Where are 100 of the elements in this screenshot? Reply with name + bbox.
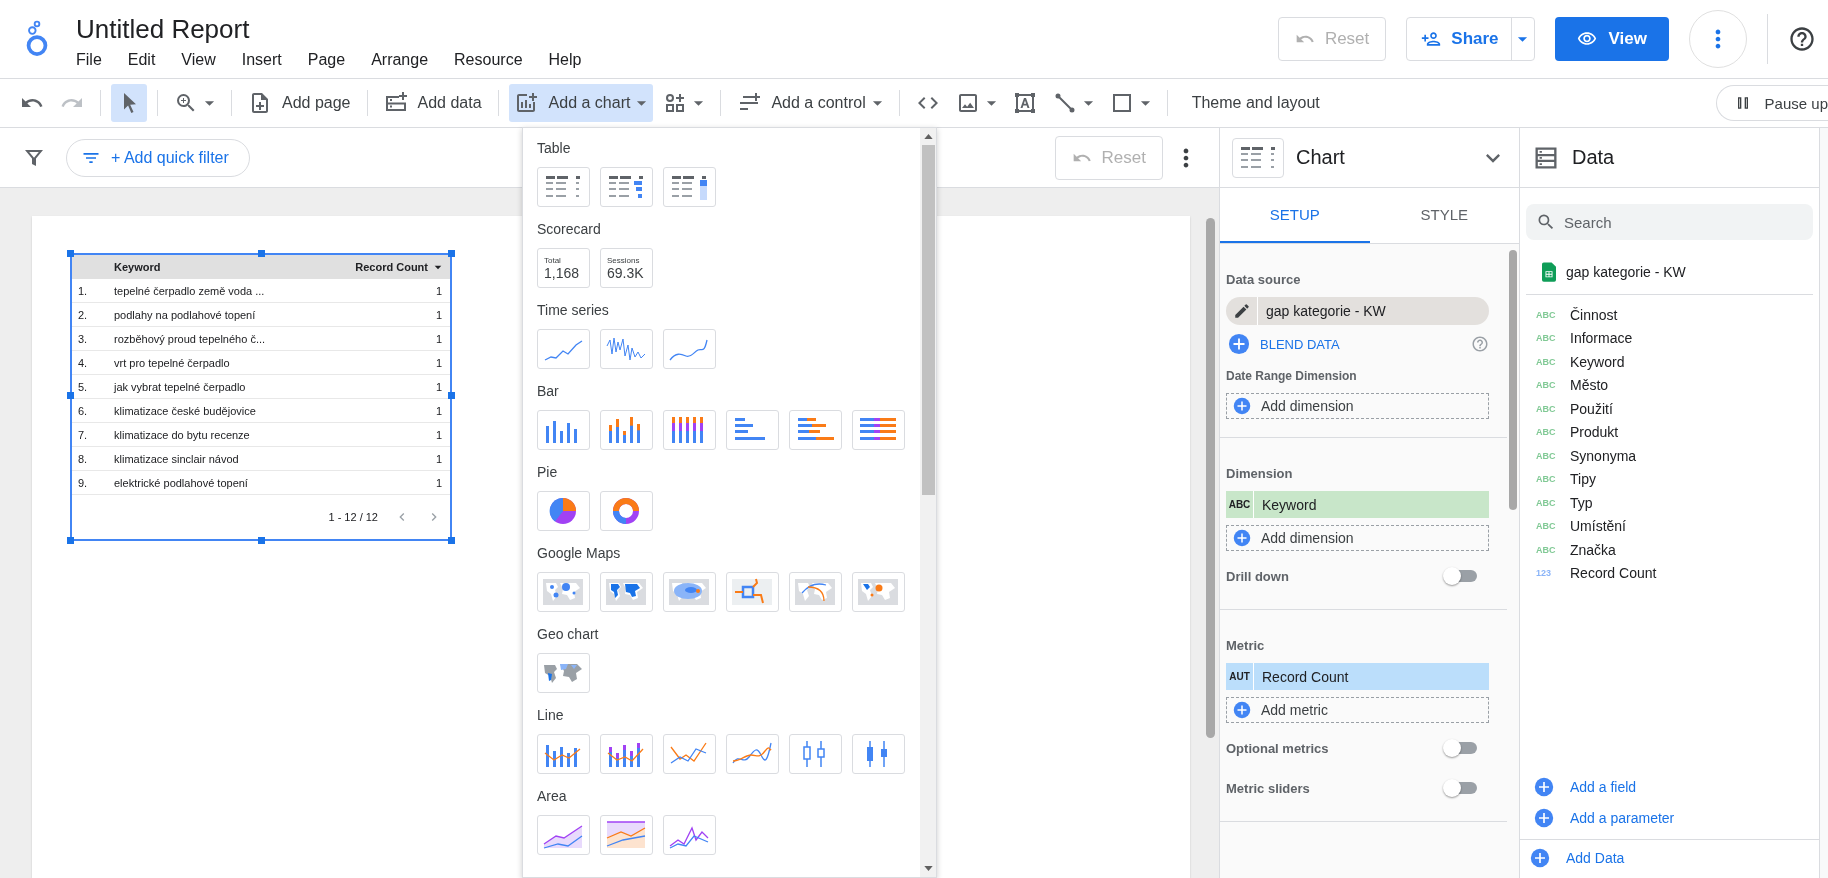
chart-type-option[interactable]: Sessions 69.3K: [600, 248, 653, 288]
add-data-button[interactable]: Add data: [377, 84, 488, 122]
chart-type-option[interactable]: [726, 572, 779, 612]
add-chart-icon: [514, 91, 539, 115]
field-item[interactable]: ABC Město: [1536, 373, 1819, 397]
report-title[interactable]: Untitled Report: [76, 13, 582, 45]
field-item[interactable]: ABC Typ: [1536, 491, 1819, 515]
resize-handle[interactable]: [67, 392, 74, 399]
field-name: Record Count: [1261, 668, 1349, 685]
menu-item[interactable]: Edit: [127, 51, 156, 69]
field-item[interactable]: ABC Produkt: [1536, 420, 1819, 444]
more-vertical-icon[interactable]: [1183, 147, 1189, 168]
menu-item[interactable]: Insert: [241, 51, 282, 69]
scroll-down-icon[interactable]: [923, 866, 933, 871]
chart-type-option[interactable]: [789, 410, 842, 450]
resize-handle[interactable]: [448, 392, 455, 399]
column-header[interactable]: Record Count: [355, 261, 428, 273]
resize-handle[interactable]: [67, 537, 74, 544]
chart-type-option[interactable]: [663, 167, 716, 207]
chart-type-option[interactable]: [726, 734, 779, 774]
field-item[interactable]: ABC Značka: [1536, 538, 1819, 562]
chart-type-option[interactable]: [663, 410, 716, 450]
field-type-label: ABC: [1536, 309, 1554, 320]
select-tool-button[interactable]: [111, 84, 147, 122]
chart-type-option[interactable]: [600, 167, 653, 207]
pagination-text: 1 - 12 / 12: [328, 511, 378, 523]
chart-type-option[interactable]: [600, 329, 653, 369]
chart-type-option[interactable]: [726, 410, 779, 450]
chart-type-option[interactable]: [789, 572, 842, 612]
add-metric-field[interactable]: Add metric: [1226, 697, 1489, 723]
column-header[interactable]: Keyword: [114, 261, 356, 273]
field-item[interactable]: ABC Synonyma: [1536, 444, 1819, 468]
scrollbar[interactable]: [1206, 218, 1215, 738]
chart-type-option[interactable]: [663, 734, 716, 774]
resize-handle[interactable]: [258, 537, 265, 544]
scroll-up-icon[interactable]: [923, 134, 933, 139]
data-source-chip[interactable]: gap kategorie - KW: [1226, 297, 1489, 325]
scrollbar[interactable]: [920, 128, 936, 877]
view-button[interactable]: View: [1554, 17, 1669, 61]
panel-tab[interactable]: STYLE: [1369, 188, 1519, 243]
table-cell-text: klimatizace české budějovice: [114, 404, 257, 417]
resize-handle[interactable]: [448, 537, 455, 544]
menu-section-heading: Geo chart: [537, 626, 600, 644]
chart-type-option[interactable]: [663, 815, 716, 855]
add-chart-button[interactable]: Add a chart: [508, 84, 654, 122]
field-item[interactable]: ABC Informace: [1536, 326, 1819, 350]
chart-type-option[interactable]: [537, 167, 590, 207]
table-chart[interactable]: [70, 253, 452, 541]
chart-type-option[interactable]: [537, 491, 590, 531]
field-type-label: ABC: [1536, 521, 1554, 532]
field-type-label: ABC: [1536, 403, 1554, 414]
resize-handle[interactable]: [67, 250, 74, 257]
add-link[interactable]: Add a field: [1570, 778, 1637, 795]
chart-type-option[interactable]: Total 1,168: [537, 248, 590, 288]
field-item[interactable]: ABC Umístění: [1536, 514, 1819, 538]
add-control-button[interactable]: Add a control: [731, 84, 889, 122]
resize-handle[interactable]: [448, 250, 455, 257]
chart-type-option[interactable]: [600, 734, 653, 774]
chart-type-option[interactable]: [852, 572, 905, 612]
field-item[interactable]: ABC Tipy: [1536, 467, 1819, 491]
table-cell-text: rozběhový proud tepelného č...: [114, 332, 267, 345]
chart-type-option[interactable]: [600, 410, 653, 450]
sort-icon[interactable]: [434, 264, 442, 270]
chart-type-option[interactable]: [537, 572, 590, 612]
theme-layout-button[interactable]: Theme and layout: [1177, 84, 1330, 122]
add-dimension-field[interactable]: Add dimension: [1226, 393, 1489, 419]
field-item[interactable]: ABC Použití: [1536, 397, 1819, 421]
chart-type-option[interactable]: [600, 491, 653, 531]
add-dimension-field[interactable]: Add dimension: [1226, 525, 1489, 551]
menu-item[interactable]: Arrange: [371, 51, 429, 69]
chart-type-option[interactable]: [663, 572, 716, 612]
add-link[interactable]: Add a parameter: [1570, 809, 1675, 826]
chart-type-option[interactable]: [852, 734, 905, 774]
chart-type-option[interactable]: [537, 410, 590, 450]
add-data-link[interactable]: Add Data: [1566, 850, 1625, 866]
chart-type-option[interactable]: [852, 410, 905, 450]
menu-item[interactable]: Page: [307, 51, 346, 69]
chart-type-option[interactable]: [600, 572, 653, 612]
menu-item[interactable]: File: [76, 51, 102, 69]
field-item[interactable]: ABC Keyword: [1536, 350, 1819, 374]
menu-item[interactable]: Resource: [454, 51, 523, 69]
blend-data-link[interactable]: BLEND DATA: [1260, 336, 1340, 352]
help-icon[interactable]: [1788, 25, 1816, 53]
add-page-button[interactable]: Add page: [242, 84, 357, 122]
resize-handle[interactable]: [258, 250, 265, 257]
chart-type-option[interactable]: [537, 653, 590, 693]
field-chip[interactable]: AUT Record Count: [1226, 663, 1489, 690]
chart-type-option[interactable]: [600, 815, 653, 855]
chart-type-option[interactable]: [537, 734, 590, 774]
search-field[interactable]: Search: [1526, 204, 1813, 240]
data-source-name[interactable]: gap kategorie - KW: [1566, 264, 1686, 280]
field-item[interactable]: ABC Činnost: [1536, 303, 1819, 327]
pencil-icon[interactable]: [1232, 302, 1251, 320]
menu-item[interactable]: Help: [548, 51, 582, 69]
scrollbar[interactable]: [1509, 250, 1517, 510]
chart-type-option[interactable]: [537, 815, 590, 855]
chart-type-option[interactable]: [789, 734, 842, 774]
field-item[interactable]: 123 Record Count: [1536, 561, 1819, 585]
menu-item[interactable]: View: [181, 51, 216, 69]
field-chip[interactable]: ABC Keyword: [1226, 491, 1489, 518]
